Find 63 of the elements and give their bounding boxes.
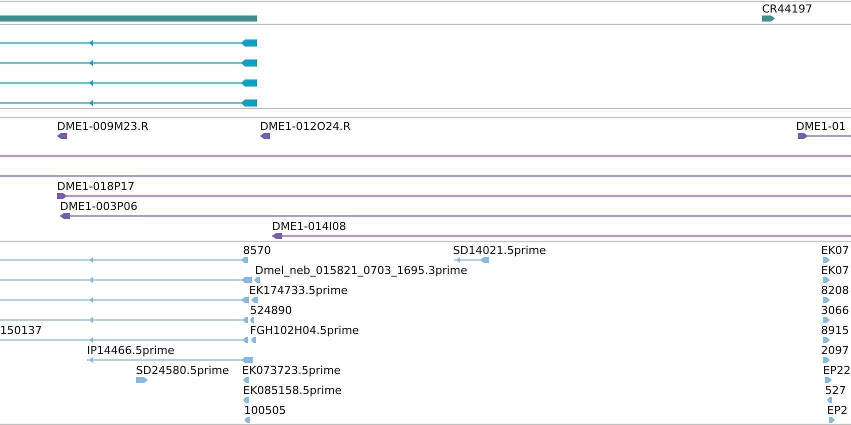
est-feature[interactable] [0,337,248,343]
est-feature[interactable] [250,317,254,323]
feature-label: DME1-012O24.R [260,120,351,133]
est-feature[interactable] [827,397,832,403]
gene-feature[interactable] [762,16,775,22]
est-feature[interactable] [454,257,489,263]
est-feature[interactable] [0,257,248,263]
transcript-feature[interactable] [0,40,257,46]
feature-label: 8915 [821,324,849,337]
transcript-feature[interactable] [0,80,257,86]
feature-label: 150137 [0,324,42,337]
clone-feature[interactable] [260,133,270,139]
feature-label: SD14021.5prime [453,244,546,257]
est-feature[interactable] [823,337,830,343]
clone-feature[interactable] [57,133,67,139]
est-feature[interactable] [244,417,250,423]
est-feature[interactable] [254,277,260,283]
est-feature[interactable] [823,297,830,303]
feature-label: DME1-003P06 [60,200,138,213]
feature-label: EK07 [821,244,850,257]
feature-label: 524890 [250,304,292,317]
feature-label: 527 [825,384,846,397]
feature-label: EK174733.5prime [249,284,348,297]
est-feature[interactable] [136,377,148,383]
feature-label: SD24580.5prime [136,364,229,377]
feature-label: DME1-01 [796,120,846,133]
transcript-feature[interactable] [0,100,257,106]
feature-label: DME1-009M23.R [57,120,149,133]
clone-feature[interactable] [60,213,851,219]
est-feature[interactable] [251,297,258,303]
est-feature[interactable] [243,377,249,383]
feature-label: EK085158.5prime [243,384,342,397]
est-feature[interactable] [823,277,830,283]
feature-label: CR44197 [762,2,812,16]
feature-label: 3066 [821,304,849,317]
est-feature[interactable] [823,317,830,323]
est-feature[interactable] [829,417,835,423]
feature-label: DME1-018P17 [57,180,135,193]
clone-feature[interactable] [272,233,851,239]
est-feature[interactable] [0,297,249,303]
est-feature[interactable] [0,277,252,283]
est-feature[interactable] [823,257,830,263]
est-feature[interactable] [0,317,248,323]
feature-label: EP2 [827,404,848,417]
feature-label: EP22 [823,364,851,377]
feature-label: EK073723.5prime [242,364,341,377]
feature-label: Dmel_neb_015821_0703_1695.3prime [255,264,468,277]
est-feature[interactable] [243,397,249,403]
feature-label: 2097 [821,344,849,357]
feature-label: FGH102H04.5prime [250,324,359,337]
feature-label: 8208 [821,284,849,297]
feature-label: 8570 [243,244,271,257]
feature-label: IP14466.5prime [87,344,174,357]
clone-feature[interactable] [798,133,851,139]
feature-label: DME1-014I08 [272,220,346,233]
est-feature[interactable] [251,337,256,343]
transcript-feature[interactable] [0,60,257,66]
feature-label: 100505 [244,404,286,417]
feature-label: EK07 [821,264,850,277]
est-feature[interactable] [825,377,832,383]
est-feature[interactable] [823,357,830,363]
clone-feature[interactable] [57,193,851,199]
est-feature[interactable] [87,357,253,363]
